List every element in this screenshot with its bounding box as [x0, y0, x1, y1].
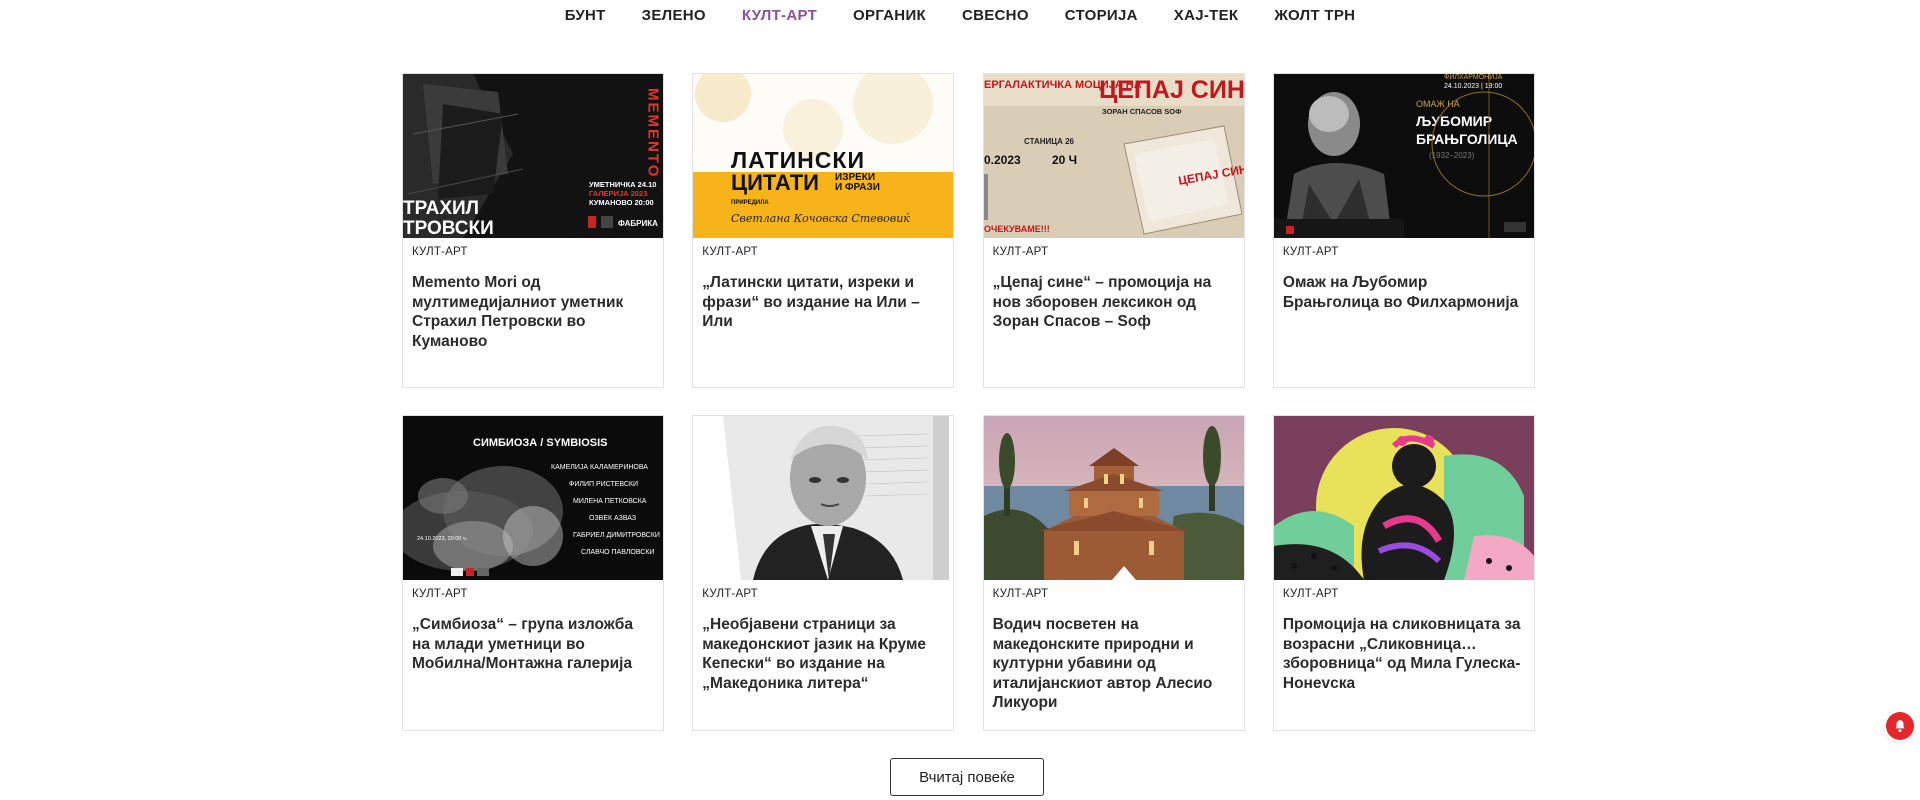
- article-card[interactable]: ЛАТИНСКИ ЦИТАТИ ИЗРЕКИ И ФРАЗИ ПРИРЕДИЛА…: [692, 73, 955, 388]
- nav-item-kult-art[interactable]: КУЛТ-АРТ: [724, 1, 835, 31]
- article-card[interactable]: КУЛТ-АРТ „Необјавени страници за македон…: [692, 415, 955, 731]
- symbiosis-exhibition-poster-image: СИМБИОЗА / SYMBIOSIS КАМЕЛИЈА КАЛАМЕРИНО…: [403, 416, 663, 580]
- article-title[interactable]: „Симбиоза“ – група изложба на млади умет…: [412, 615, 653, 674]
- nav-item-organik[interactable]: ОРГАНИК: [835, 1, 944, 31]
- svg-text:ОЗВЕК АЗВАЗ: ОЗВЕК АЗВАЗ: [589, 515, 636, 522]
- ohrid-church-photo-image: [983, 416, 1244, 580]
- svg-text:ОМАЖ НА: ОМАЖ НА: [1416, 99, 1460, 109]
- picture-book-illustration-image: [1273, 416, 1534, 580]
- nav-item-svesno[interactable]: СВЕСНО: [944, 1, 1047, 31]
- latin-quotes-book-cover-image: ЛАТИНСКИ ЦИТАТИ ИЗРЕКИ И ФРАЗИ ПРИРЕДИЛА…: [693, 74, 954, 238]
- category-nav-list: БУНТ ЗЕЛЕНО КУЛТ-АРТ ОРГАНИК СВЕСНО СТОР…: [547, 1, 1374, 31]
- svg-text:ФАБРИКА: ФАБРИКА: [618, 219, 658, 228]
- svg-text:ФИЛХАРМОНИЈА: ФИЛХАРМОНИЈА: [1444, 74, 1503, 81]
- svg-text:КАМЕЛИЈА КАЛАМЕРИНОВА: КАМЕЛИЈА КАЛАМЕРИНОВА: [551, 464, 648, 471]
- svg-text:Светлана Кочовска Стевовиќ: Светлана Кочовска Стевовиќ: [731, 212, 910, 225]
- article-thumbnail[interactable]: ЛАТИНСКИ ЦИТАТИ ИЗРЕКИ И ФРАЗИ ПРИРЕДИЛА…: [693, 74, 954, 238]
- svg-text:БРАЊГОЛИЦА: БРАЊГОЛИЦА: [1416, 131, 1518, 147]
- svg-text:24.10.2023 | 19:00: 24.10.2023 | 19:00: [1444, 83, 1502, 90]
- svg-text:СЛАВЧО ПАВЛОВСКИ: СЛАВЧО ПАВЛОВСКИ: [581, 549, 654, 556]
- article-category[interactable]: КУЛТ-АРТ: [412, 246, 663, 258]
- article-title[interactable]: Водич посветен на македонските природни …: [993, 615, 1234, 713]
- svg-text:24.10.2023, 20:00 ч.: 24.10.2023, 20:00 ч.: [417, 536, 468, 542]
- cepaj-sine-promo-poster-image: ЕРГАЛАКТИЧКА МОЦИЈА НА ЦЕПАЈ СИН ЗОРАН С…: [983, 74, 1244, 238]
- nav-item-zeleno[interactable]: ЗЕЛЕНО: [624, 1, 724, 31]
- article-thumbnail[interactable]: ТРАХИЛ ТРОВСКИ УМЕТНИЧКА 24.10 ГАЛЕРИЈА …: [403, 74, 663, 238]
- article-thumbnail[interactable]: [693, 416, 954, 580]
- article-card[interactable]: ФИЛХАРМОНИЈА 24.10.2023 | 19:00 ОМАЖ НА …: [1272, 73, 1535, 388]
- article-category[interactable]: КУЛТ-АРТ: [702, 246, 953, 258]
- article-card[interactable]: СИМБИОЗА / SYMBIOSIS КАМЕЛИЈА КАЛАМЕРИНО…: [402, 415, 664, 731]
- svg-text:ГАЛЕРИЈА 2023: ГАЛЕРИЈА 2023: [589, 189, 647, 198]
- svg-text:ЉУБОМИР: ЉУБОМИР: [1416, 113, 1492, 129]
- svg-text:ТРАХИЛ: ТРАХИЛ: [403, 198, 479, 219]
- svg-text:СИМБИОЗА / SYMBIOSIS: СИМБИОЗА / SYMBIOSIS: [473, 437, 608, 449]
- notification-bell-button[interactable]: [1886, 712, 1914, 740]
- svg-text:СТАНИЦА 26: СТАНИЦА 26: [1024, 137, 1075, 146]
- bell-icon: [1895, 720, 1905, 733]
- article-card[interactable]: ЕРГАЛАКТИЧКА МОЦИЈА НА ЦЕПАЈ СИН ЗОРАН С…: [982, 73, 1245, 388]
- article-title[interactable]: „Латински цитати, изреки и фрази“ во изд…: [702, 273, 943, 332]
- article-card[interactable]: КУЛТ-АРТ Промоција на сликовницата за во…: [1272, 415, 1535, 731]
- article-category[interactable]: КУЛТ-АРТ: [993, 588, 1244, 600]
- load-more-button[interactable]: Вчитај повеќе: [890, 758, 1044, 796]
- svg-text:КУМАНОВО 20:00: КУМАНОВО 20:00: [589, 198, 654, 207]
- article-category[interactable]: КУЛТ-АРТ: [702, 588, 953, 600]
- article-title[interactable]: Memento Mori од мултимедијалниот уметник…: [412, 273, 653, 351]
- article-category[interactable]: КУЛТ-АРТ: [1283, 588, 1534, 600]
- article-thumbnail[interactable]: [1273, 416, 1534, 580]
- homage-portrait-poster-image: ФИЛХАРМОНИЈА 24.10.2023 | 19:00 ОМАЖ НА …: [1273, 74, 1534, 238]
- article-card[interactable]: КУЛТ-АРТ Водич посветен на македонските …: [982, 415, 1245, 731]
- article-grid: ТРАХИЛ ТРОВСКИ УМЕТНИЧКА 24.10 ГАЛЕРИЈА …: [402, 73, 1535, 731]
- article-category[interactable]: КУЛТ-АРТ: [412, 588, 663, 600]
- svg-text:(1932–2023): (1932–2023): [1429, 151, 1475, 160]
- memento-mori-poster-image: ТРАХИЛ ТРОВСКИ УМЕТНИЧКА 24.10 ГАЛЕРИЈА …: [403, 74, 663, 238]
- category-nav: БУНТ ЗЕЛЕНО КУЛТ-АРТ ОРГАНИК СВЕСНО СТОР…: [0, 0, 1920, 32]
- nav-item-storija[interactable]: СТОРИЈА: [1047, 1, 1156, 31]
- article-title[interactable]: „Цепај сине“ – промоција на нов зборовен…: [993, 273, 1234, 332]
- svg-text:ПРИРЕДИЛА: ПРИРЕДИЛА: [731, 200, 769, 206]
- article-thumbnail[interactable]: СИМБИОЗА / SYMBIOSIS КАМЕЛИЈА КАЛАМЕРИНО…: [403, 416, 663, 580]
- svg-text:ТРОВСКИ: ТРОВСКИ: [403, 218, 494, 238]
- svg-text:ФИЛИП РИСТЕВСКИ: ФИЛИП РИСТЕВСКИ: [569, 481, 638, 488]
- svg-text:ЦЕПАЈ СИН: ЦЕПАЈ СИН: [1099, 76, 1244, 104]
- svg-text:ЗОРАН СПАСОВ SОФ: ЗОРАН СПАСОВ SОФ: [1102, 107, 1182, 116]
- svg-text:И ФРАЗИ: И ФРАЗИ: [835, 182, 880, 193]
- article-title[interactable]: Промоција на сликовницата за возрасни „С…: [1283, 615, 1524, 693]
- svg-text:УМЕТНИЧКА 24.10: УМЕТНИЧКА 24.10: [589, 180, 656, 189]
- article-thumbnail[interactable]: ФИЛХАРМОНИЈА 24.10.2023 | 19:00 ОМАЖ НА …: [1273, 74, 1534, 238]
- kepeski-book-cover-image: [693, 416, 954, 580]
- svg-text:MEMENTO: MEMENTO: [645, 88, 662, 178]
- article-title[interactable]: „Необјавени страници за македонскиот јаз…: [702, 615, 943, 693]
- article-card[interactable]: ТРАХИЛ ТРОВСКИ УМЕТНИЧКА 24.10 ГАЛЕРИЈА …: [402, 73, 664, 388]
- article-title[interactable]: Омаж на Љубомир Брањголица во Филхармони…: [1283, 273, 1524, 312]
- svg-text:ГАБРИЕЛ ДИМИТРОВСКИ: ГАБРИЕЛ ДИМИТРОВСКИ: [573, 532, 660, 539]
- svg-text:МИЛЕНА ПЕТКОВСКА: МИЛЕНА ПЕТКОВСКА: [573, 498, 647, 505]
- svg-text:20 Ч: 20 Ч: [1052, 153, 1077, 167]
- article-thumbnail[interactable]: ЕРГАЛАКТИЧКА МОЦИЈА НА ЦЕПАЈ СИН ЗОРАН С…: [983, 74, 1244, 238]
- nav-item-zholt-trn[interactable]: ЖОЛТ ТРН: [1256, 1, 1373, 31]
- nav-item-bunt[interactable]: БУНТ: [547, 1, 624, 31]
- nav-item-haj-tek[interactable]: ХАЈ-ТЕК: [1156, 1, 1257, 31]
- svg-text:ОЧЕКУВАМЕ!!!: ОЧЕКУВАМЕ!!!: [984, 224, 1050, 234]
- article-category[interactable]: КУЛТ-АРТ: [993, 246, 1244, 258]
- svg-text:0.2023: 0.2023: [984, 153, 1021, 167]
- article-thumbnail[interactable]: [983, 416, 1244, 580]
- svg-text:ЦИТАТИ: ЦИТАТИ: [731, 170, 819, 195]
- article-category[interactable]: КУЛТ-АРТ: [1283, 246, 1534, 258]
